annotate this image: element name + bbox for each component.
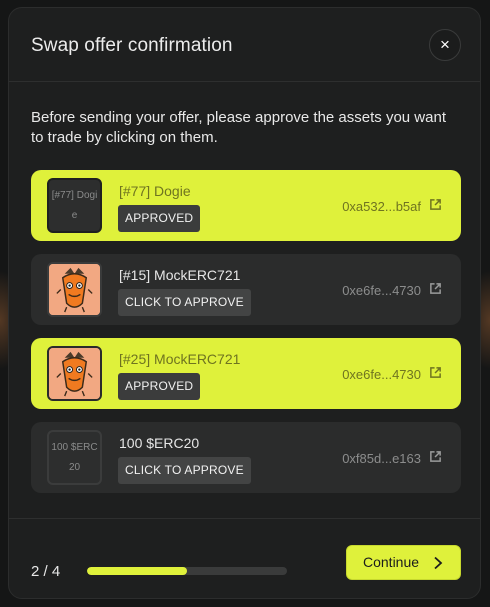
external-link-icon[interactable] <box>429 366 442 379</box>
asset-name: [#25] MockERC721 <box>119 351 241 367</box>
swap-confirmation-modal: Swap offer confirmation × Before sending… <box>8 7 481 599</box>
modal-footer: 2 / 4 Continue <box>9 518 480 598</box>
external-link-icon[interactable] <box>429 450 442 463</box>
asset-address: 0xe6fe...4730 <box>342 367 421 382</box>
external-link-icon[interactable] <box>429 198 442 211</box>
asset-card-mockerc721-15[interactable]: [#15] MockERC721 CLICK TO APPROVE 0xe6fe… <box>31 254 461 325</box>
close-button[interactable]: × <box>429 29 461 61</box>
asset-name: [#15] MockERC721 <box>119 267 241 283</box>
asset-thumbnail-placeholder: 100 $ERC20 <box>47 430 102 485</box>
orange-character-icon <box>49 264 100 315</box>
continue-button[interactable]: Continue <box>346 545 461 580</box>
orange-character-icon <box>49 348 100 399</box>
asset-name: [#77] Dogie <box>119 183 191 199</box>
status-badge-approved: APPROVED <box>118 205 201 232</box>
asset-thumbnail <box>47 346 102 401</box>
approve-button[interactable]: CLICK TO APPROVE <box>118 457 251 484</box>
asset-thumbnail <box>47 262 102 317</box>
asset-address: 0xa532...b5af <box>342 199 421 214</box>
asset-card-dogie[interactable]: [#77] Dogie [#77] Dogie APPROVED 0xa532.… <box>31 170 461 241</box>
approve-button[interactable]: CLICK TO APPROVE <box>118 289 251 316</box>
asset-card-mockerc721-25[interactable]: [#25] MockERC721 APPROVED 0xe6fe...4730 <box>31 338 461 409</box>
asset-name: 100 $ERC20 <box>119 435 200 451</box>
step-counter: 2 / 4 <box>31 563 61 580</box>
external-link-icon[interactable] <box>429 282 442 295</box>
asset-address: 0xf85d...e163 <box>342 451 421 466</box>
asset-address: 0xe6fe...4730 <box>342 283 421 298</box>
modal-header: Swap offer confirmation × <box>9 8 480 82</box>
close-icon: × <box>440 35 450 54</box>
progress-fill <box>87 567 187 575</box>
progress-bar <box>87 567 287 575</box>
modal-title: Swap offer confirmation <box>31 35 233 56</box>
asset-card-erc20[interactable]: 100 $ERC20 100 $ERC20 CLICK TO APPROVE 0… <box>31 422 461 493</box>
instructions-text: Before sending your offer, please approv… <box>31 109 446 146</box>
chevron-right-icon <box>434 556 443 570</box>
asset-thumbnail-placeholder: [#77] Dogie <box>47 178 102 233</box>
status-badge-approved: APPROVED <box>118 373 201 400</box>
continue-label: Continue <box>363 554 420 570</box>
